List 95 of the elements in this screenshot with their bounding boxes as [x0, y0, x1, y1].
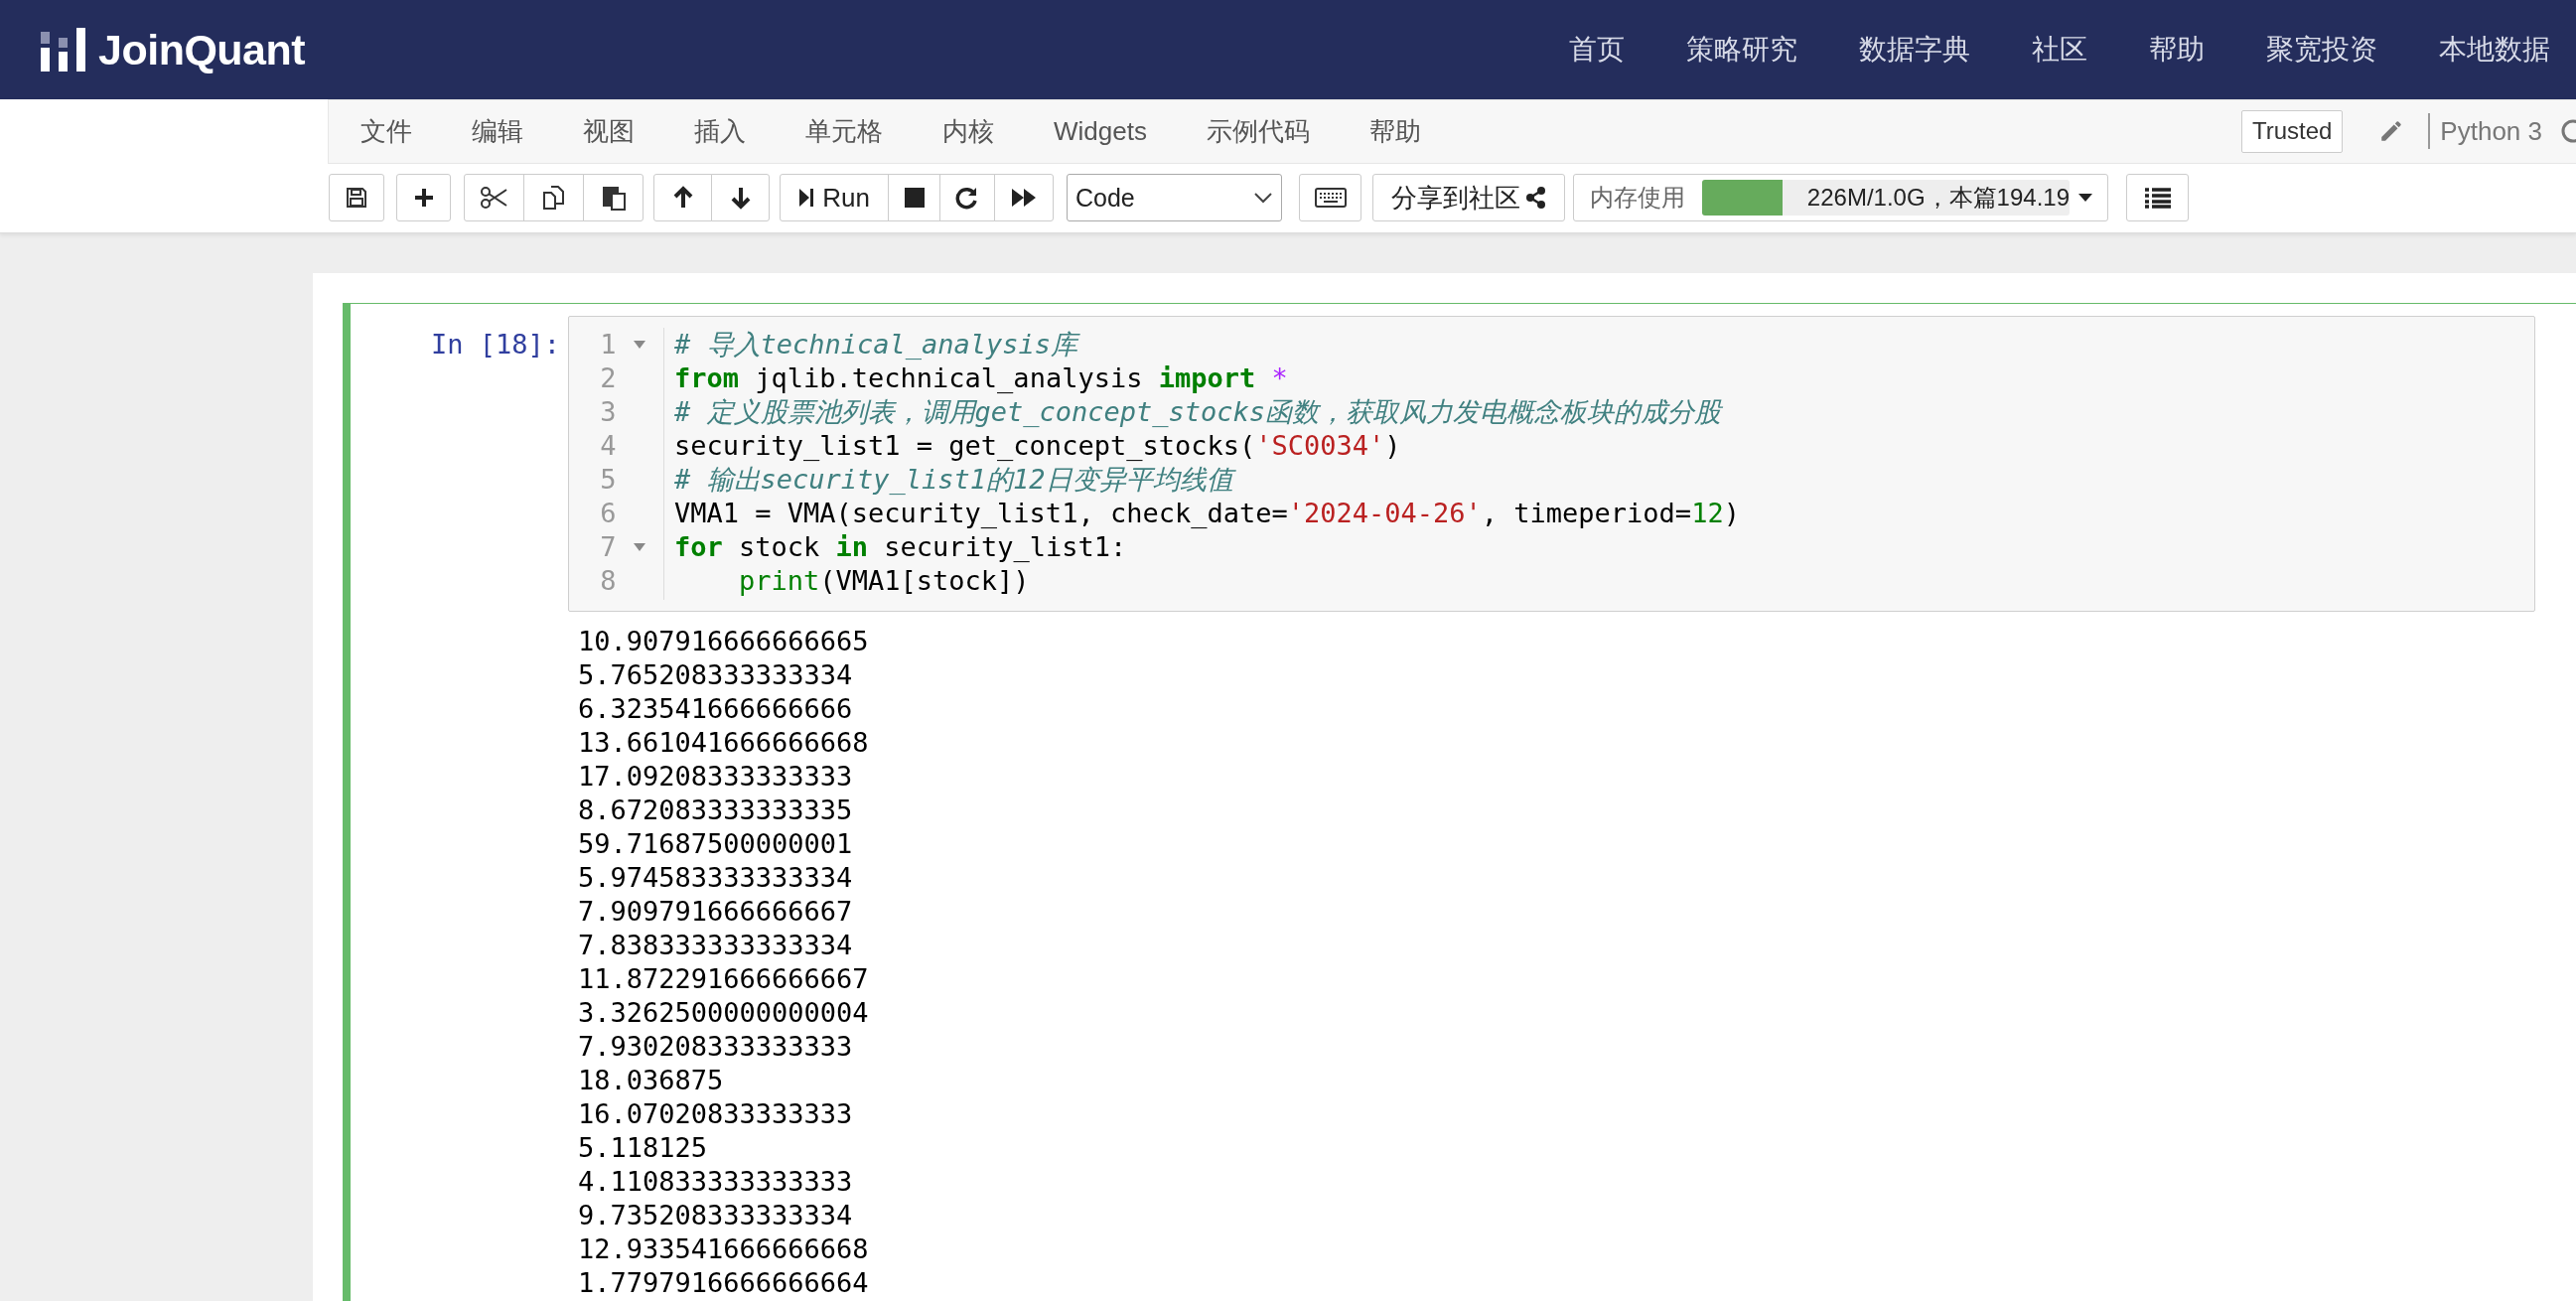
run-all-button[interactable] [994, 174, 1054, 222]
code-line: print(VMA1[stock]) [738, 564, 1031, 598]
output-line: 4.110833333333333 [578, 1165, 854, 1199]
output-line: 18.036875 [578, 1064, 725, 1097]
move-down-button[interactable] [711, 174, 770, 222]
output-line: 13.661041666666668 [578, 726, 870, 760]
nav-link[interactable]: 社区 [2032, 29, 2087, 71]
share-icon [1526, 187, 1546, 210]
restart-button[interactable] [939, 174, 995, 222]
line-number: 8 [599, 564, 617, 598]
up-icon [671, 186, 694, 211]
nav-link[interactable]: 本地数据 [2439, 29, 2550, 71]
line-number: 6 [599, 497, 617, 530]
menu-item[interactable]: 编辑 [442, 111, 553, 151]
output-line: 16.07020833333333 [578, 1097, 854, 1131]
output-line: 17.09208333333333 [578, 760, 854, 794]
trusted-badge[interactable]: Trusted [2240, 109, 2344, 153]
output-line: 5.118125 [578, 1131, 709, 1165]
memory-label: 内存使用 [1590, 183, 1686, 214]
menu-item[interactable]: 内核 [913, 111, 1024, 151]
keyboard-icon [1314, 188, 1347, 209]
share-button[interactable]: 分享到社区 [1372, 174, 1565, 222]
output-line: 12.933541666666668 [578, 1232, 870, 1266]
output-line: 6.323541666666666 [578, 692, 854, 726]
menu-item[interactable]: 单元格 [776, 111, 913, 151]
paste-icon [600, 184, 627, 213]
stop-icon [903, 187, 926, 210]
input-prompt: In [18]: [429, 328, 561, 361]
ff-icon [1011, 187, 1037, 210]
save-button[interactable] [329, 174, 384, 222]
save-icon [346, 187, 367, 210]
down-icon [729, 186, 752, 211]
kernel-status-icon [2560, 118, 2576, 145]
line-number: 7 [599, 530, 617, 564]
menu-item[interactable]: Widgets [1024, 111, 1177, 151]
nav-link[interactable]: 帮助 [2149, 29, 2205, 71]
kernel-name: Python 3 [2440, 114, 2542, 148]
output-line: 7.909791666666667 [578, 895, 854, 929]
code-line: security_list1 = get_concept_stocks('SC0034') [674, 429, 1402, 463]
output-line: 59.71687500000001 [578, 827, 854, 861]
code-cell[interactable] [343, 303, 2576, 1301]
output-line: 5.765208333333334 [578, 658, 854, 692]
menu-item[interactable]: 插入 [664, 111, 776, 151]
restart-icon [955, 186, 979, 211]
logo-text: JoinQuant [98, 24, 306, 75]
plus-icon [412, 187, 435, 210]
line-number: 5 [599, 463, 617, 497]
copy-button[interactable] [523, 174, 584, 222]
run-button[interactable]: Run [780, 174, 889, 222]
table-of-contents-button[interactable] [2126, 174, 2189, 222]
output-line: 8.672083333333335 [578, 794, 854, 827]
output-line: 10.907916666666665 [578, 625, 870, 658]
cut-icon [480, 186, 508, 211]
code-line: # 导入technical_analysis库 [674, 328, 1081, 361]
menu-item[interactable]: 示例代码 [1176, 111, 1340, 151]
add-cell-button[interactable] [396, 174, 451, 222]
output-line: 5.974583333333334 [578, 861, 854, 895]
keyboard-button[interactable] [1299, 174, 1361, 222]
menu-item[interactable]: 文件 [331, 111, 442, 151]
code-line: # 定义股票池列表，调用get_concept_stocks函数，获取风力发电概念板块的成分股 [674, 395, 1724, 429]
paste-button[interactable] [583, 174, 644, 222]
output-line: 7.838333333333334 [578, 929, 854, 962]
memory-reading: 226M/1.0G，本篇194.19 [1806, 183, 2070, 214]
output-line: 11.872291666666667 [578, 962, 870, 996]
logo-icon [41, 28, 86, 72]
line-number: 2 [599, 361, 617, 395]
code-line: # 输出security_list1的12日变异平均线值 [674, 463, 1740, 497]
code-line: VMA1 = VMA(security_list1, check_date='2024-04-26', timeperiod=12) [674, 497, 1740, 530]
output-line: 7.930208333333333 [578, 1030, 854, 1064]
code-line: for stock in security_list1: [674, 530, 1128, 564]
code-line: from jqlib.technical_analysis import * [674, 361, 1289, 395]
fold-arrow-icon[interactable] [633, 340, 647, 350]
line-number: 3 [599, 395, 617, 429]
step-icon [798, 187, 815, 210]
menu-item[interactable]: 帮助 [1339, 111, 1451, 151]
cell-type-dropdown[interactable]: Code [1067, 174, 1282, 222]
output-line: 9.735208333333334 [578, 1199, 854, 1232]
chevron-down-icon [1253, 192, 1273, 205]
output-line: 3.3262500000000004 [578, 996, 870, 1030]
code-editor[interactable] [568, 316, 2535, 612]
nav-link[interactable]: 数据字典 [1859, 29, 1970, 71]
cut-button[interactable] [464, 174, 524, 222]
move-up-button[interactable] [653, 174, 712, 222]
copy-icon [540, 185, 567, 212]
menu-item[interactable]: 视图 [553, 111, 664, 151]
output-line: 1.7797916666666664 [578, 1266, 870, 1300]
list-icon [2143, 187, 2172, 210]
line-number: 1 [599, 328, 617, 361]
nav-link[interactable]: 首页 [1569, 29, 1625, 71]
line-number: 4 [599, 429, 617, 463]
caret-down-icon[interactable] [2077, 193, 2093, 204]
stop-button[interactable] [888, 174, 940, 222]
fold-arrow-icon[interactable] [633, 542, 647, 552]
nav-link[interactable]: 策略研究 [1686, 29, 1797, 71]
nav-link[interactable]: 聚宽投资 [2266, 29, 2377, 71]
